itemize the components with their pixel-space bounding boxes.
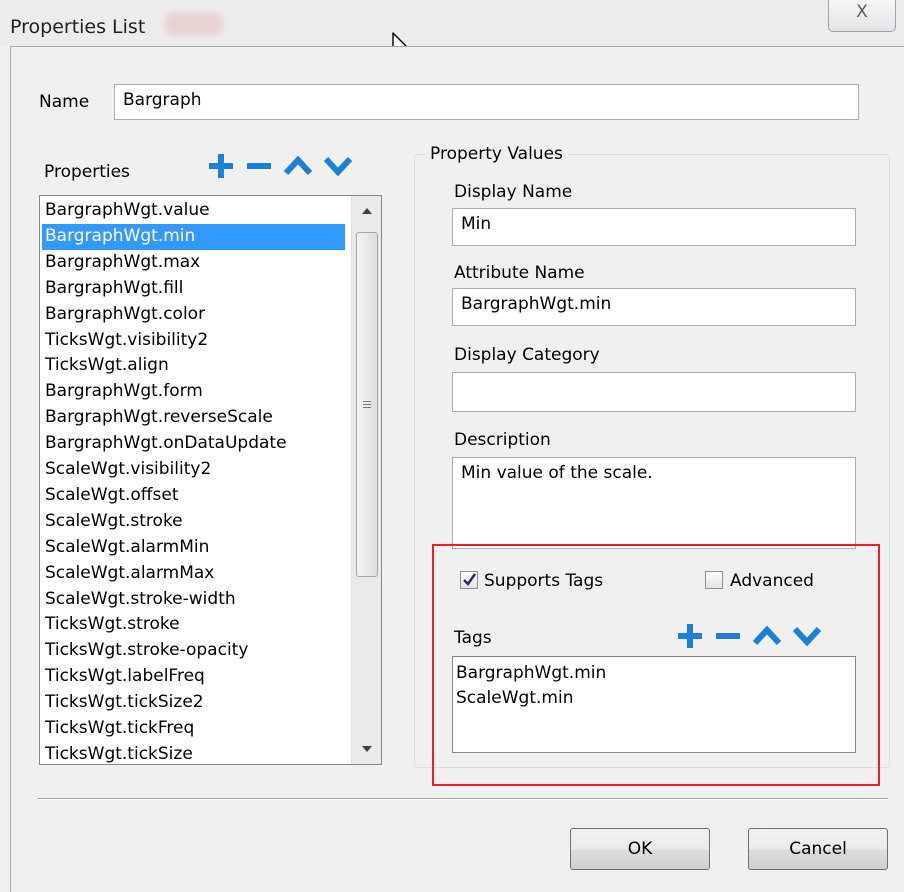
attribute-name-label: Attribute Name xyxy=(454,263,585,283)
list-item[interactable]: BargraphWgt.value xyxy=(42,198,345,224)
plus-icon[interactable] xyxy=(207,152,235,180)
window-title: Properties List xyxy=(10,16,146,38)
list-item[interactable]: ScaleWgt.visibility2 xyxy=(42,457,345,483)
display-category-input[interactable] xyxy=(452,372,856,412)
properties-toolbar xyxy=(207,152,353,180)
list-item[interactable]: BargraphWgt.max xyxy=(42,250,345,276)
list-item[interactable]: TicksWgt.tickSize2 xyxy=(42,690,345,716)
list-item[interactable]: TicksWgt.tickFreq xyxy=(42,716,345,742)
list-item[interactable]: TicksWgt.stroke-opacity xyxy=(42,638,345,664)
chevron-up-icon[interactable] xyxy=(283,152,313,180)
name-input[interactable]: Bargraph xyxy=(114,84,859,120)
properties-listbox[interactable]: BargraphWgt.value BargraphWgt.min Bargraph… xyxy=(39,195,382,765)
title-bar[interactable]: Properties List X xyxy=(0,0,904,46)
list-item[interactable]: TicksWgt.labelFreq xyxy=(42,664,345,690)
scrollbar-thumb[interactable] xyxy=(356,232,378,577)
list-item[interactable]: BargraphWgt.fill xyxy=(42,276,345,302)
close-button[interactable]: X xyxy=(828,0,896,32)
ok-button[interactable]: OK xyxy=(570,828,710,870)
red-annotation-box xyxy=(432,544,880,786)
properties-label: Properties xyxy=(44,162,130,182)
name-label: Name xyxy=(39,92,90,112)
list-item[interactable]: BargraphWgt.reverseScale xyxy=(42,405,345,431)
display-name-label: Display Name xyxy=(454,182,573,202)
display-name-input[interactable]: Min xyxy=(452,208,856,246)
properties-list-dialog: Properties List X Name Bargraph Properti… xyxy=(0,0,904,892)
description-label: Description xyxy=(454,430,551,450)
cancel-button[interactable]: Cancel xyxy=(748,828,888,870)
minus-icon[interactable] xyxy=(245,152,273,180)
scroll-down-icon[interactable] xyxy=(362,746,372,752)
list-item[interactable]: BargraphWgt.form xyxy=(42,379,345,405)
property-values-title: Property Values xyxy=(425,144,568,164)
list-item-selected[interactable]: BargraphWgt.min xyxy=(42,223,345,250)
list-item[interactable]: TicksWgt.align xyxy=(42,353,345,379)
list-item[interactable]: TicksWgt.tickSize xyxy=(42,742,345,764)
scroll-up-icon[interactable] xyxy=(362,208,372,214)
list-item[interactable]: TicksWgt.visibility2 xyxy=(42,328,345,354)
list-item[interactable]: TicksWgt.stroke xyxy=(42,612,345,638)
list-item[interactable]: ScaleWgt.offset xyxy=(42,483,345,509)
list-item[interactable]: ScaleWgt.stroke-width xyxy=(42,587,345,613)
list-item[interactable]: BargraphWgt.color xyxy=(42,302,345,328)
close-icon: X xyxy=(856,2,868,22)
description-textarea[interactable]: Min value of the scale. xyxy=(452,457,856,549)
title-blur-decoration xyxy=(165,12,223,36)
list-item[interactable]: ScaleWgt.alarmMax xyxy=(42,561,345,587)
chevron-down-icon[interactable] xyxy=(323,152,353,180)
list-item[interactable]: ScaleWgt.stroke xyxy=(42,509,345,535)
display-category-label: Display Category xyxy=(454,345,600,365)
list-item[interactable]: BargraphWgt.onDataUpdate xyxy=(42,431,345,457)
list-item[interactable]: ScaleWgt.alarmMin xyxy=(42,535,345,561)
separator-line xyxy=(38,798,888,800)
attribute-name-input[interactable]: BargraphWgt.min xyxy=(452,288,856,326)
properties-scrollbar[interactable] xyxy=(351,196,381,764)
